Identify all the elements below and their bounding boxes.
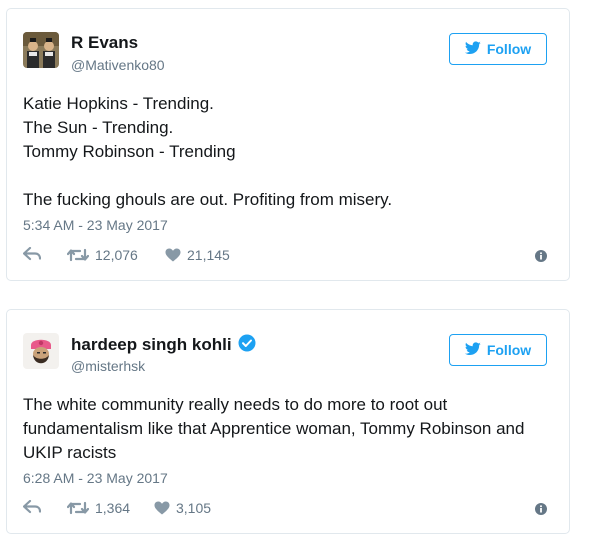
display-name[interactable]: R Evans [71, 33, 138, 53]
heart-icon [165, 248, 181, 262]
info-icon[interactable] [535, 249, 547, 265]
user-handle[interactable]: @Mativenko80 [71, 57, 165, 73]
heart-icon [154, 501, 170, 515]
tweet-line: UKIP racists [23, 443, 117, 462]
twitter-bird-icon [464, 40, 481, 58]
avatar[interactable] [23, 333, 59, 369]
retweet-button[interactable]: 1,364 [67, 500, 130, 516]
like-count: 21,145 [187, 247, 230, 263]
tweet-actions: 12,076 21,145 [23, 247, 547, 267]
display-name[interactable]: hardeep singh kohli [71, 335, 232, 354]
reply-button[interactable] [23, 247, 41, 261]
tweet-line: The fucking ghouls are out. Profiting fr… [23, 190, 393, 209]
retweet-count: 1,364 [95, 500, 131, 516]
like-button[interactable]: 3,105 [154, 500, 211, 516]
retweet-icon [67, 501, 89, 515]
timestamp[interactable]: 6:28 AM - 23 May 2017 [23, 470, 168, 486]
timestamp[interactable]: 5:34 AM - 23 May 2017 [23, 217, 168, 233]
reply-icon [23, 500, 41, 514]
follow-button[interactable]: Follow [449, 33, 547, 65]
tweet-line [23, 164, 549, 188]
tweet-line: The white community really needs to do m… [23, 395, 448, 414]
tweet-card: hardeep singh kohli @misterhsk Follow Th… [6, 309, 570, 534]
tweet-line: The Sun - Trending. [23, 118, 174, 137]
display-name-row: hardeep singh kohli [71, 334, 256, 355]
reply-icon [23, 247, 41, 261]
tweet-line: Katie Hopkins - Trending. [23, 94, 214, 113]
like-count: 3,105 [176, 500, 212, 516]
user-handle[interactable]: @misterhsk [71, 358, 145, 374]
retweet-count: 12,076 [95, 247, 138, 263]
tweet-text: The white community really needs to do m… [23, 393, 549, 465]
tweet-card: R Evans @Mativenko80 Follow Katie Hopkin… [6, 8, 570, 281]
tweet-text: Katie Hopkins - Trending. The Sun - Tren… [23, 92, 549, 212]
retweet-button[interactable]: 12,076 [67, 247, 138, 263]
follow-button[interactable]: Follow [449, 334, 547, 366]
avatar[interactable] [23, 32, 59, 68]
info-icon[interactable] [535, 502, 547, 518]
like-button[interactable]: 21,145 [165, 247, 230, 263]
tweet-line: fundamentalism like that Apprentice woma… [23, 419, 525, 438]
verified-icon [238, 334, 256, 352]
retweet-icon [67, 248, 89, 262]
twitter-bird-icon [464, 341, 481, 359]
follow-label: Follow [486, 41, 532, 57]
follow-label: Follow [486, 342, 532, 358]
tweet-line: Tommy Robinson - Trending [23, 142, 236, 161]
reply-button[interactable] [23, 500, 41, 514]
tweet-actions: 1,364 3,105 [23, 500, 547, 520]
